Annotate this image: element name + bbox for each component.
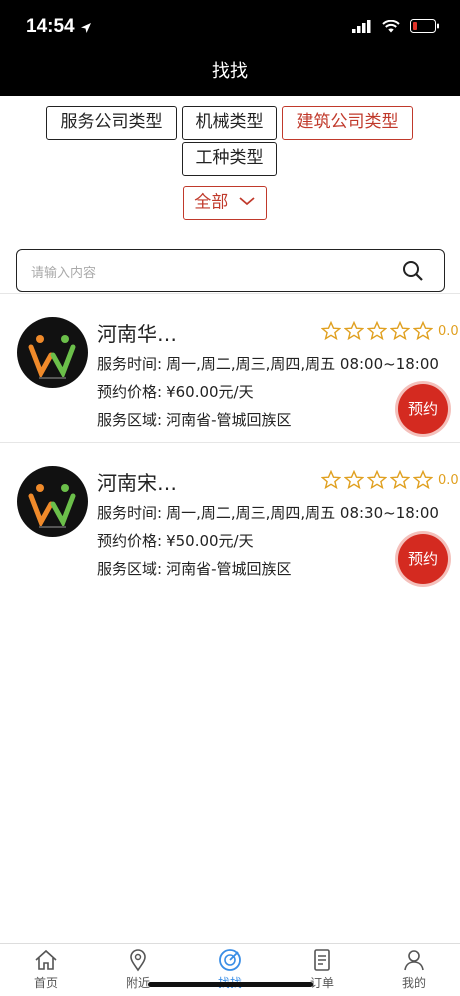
rating-stars: 0.0 [321, 321, 459, 341]
star-icon [390, 321, 410, 341]
radar-icon [219, 949, 241, 971]
book-button[interactable]: 预约 [398, 384, 448, 434]
company-name[interactable]: 河南华… [97, 318, 177, 347]
avatar [17, 466, 88, 537]
company-name[interactable]: 河南宋… [97, 467, 177, 496]
service-area-label: 服务区域: [97, 411, 163, 429]
wifi-icon [382, 18, 400, 37]
status-time: 14:54 [26, 16, 75, 37]
region-dropdown[interactable]: 全部 [183, 186, 267, 220]
filter-chip-work-type[interactable]: 工种类型 [182, 142, 277, 176]
star-icon [344, 321, 364, 341]
search-icon[interactable] [402, 260, 424, 286]
location-arrow-icon [80, 19, 92, 38]
signal-icon [352, 18, 372, 37]
rating-value: 0.0 [438, 323, 459, 339]
service-area-label: 服务区域: [97, 560, 163, 578]
service-hours: 服务时间: 周一,周二,周三,周四,周五 08:00~18:00 [97, 353, 439, 374]
star-icon [367, 470, 387, 490]
user-icon [404, 950, 424, 971]
rating-value: 0.0 [438, 472, 459, 488]
service-area: 服务区域: 河南省-管城回族区 [97, 558, 291, 579]
home-icon [35, 949, 57, 970]
list-item[interactable]: 河南华… 0.0 服务时间: 周一,周二,周三,周四,周五 08:00~18:00… [0, 294, 460, 442]
status-indicators [352, 18, 440, 37]
tab-home-label: 首页 [33, 976, 58, 990]
company-logo-icon [28, 484, 76, 528]
tab-mine[interactable]: 我的 [368, 948, 460, 991]
status-bar: 14:54 [0, 0, 460, 52]
chevron-down-icon [238, 187, 256, 218]
tab-home[interactable]: 首页 [0, 948, 92, 991]
home-indicator [148, 982, 313, 987]
star-icon [321, 321, 341, 341]
service-hours-value: 周一,周二,周三,周四,周五 08:30~18:00 [166, 504, 439, 522]
filter-chip-construction-company[interactable]: 建筑公司类型 [282, 106, 413, 140]
booking-price-label: 预约价格: [97, 383, 163, 401]
company-logo-icon [28, 335, 76, 379]
tab-bar: 首页 附近 找找 订单 我的 [0, 943, 460, 996]
service-area-value: 河南省-管城回族区 [166, 560, 292, 578]
booking-price: 预约价格: ¥50.00元/天 [97, 530, 254, 551]
star-icon [413, 470, 433, 490]
booking-price-value: ¥50.00元/天 [166, 532, 254, 550]
book-button[interactable]: 预约 [398, 534, 448, 584]
rating-stars: 0.0 [321, 470, 459, 490]
star-icon [321, 470, 341, 490]
region-dropdown-value: 全部 [194, 192, 229, 213]
tab-nearby-label: 附近 [125, 976, 150, 990]
star-icon [344, 470, 364, 490]
star-icon [390, 470, 410, 490]
order-document-icon [314, 949, 330, 971]
booking-price-label: 预约价格: [97, 532, 163, 550]
location-pin-icon [130, 949, 146, 972]
battery-icon [410, 18, 440, 37]
booking-price-value: ¥60.00元/天 [166, 383, 254, 401]
service-hours-label: 服务时间: [97, 355, 163, 373]
star-icon [367, 321, 387, 341]
search-input[interactable]: 请输入内容 [16, 249, 445, 292]
filter-chip-service-company[interactable]: 服务公司类型 [46, 106, 177, 140]
avatar [17, 317, 88, 388]
service-hours: 服务时间: 周一,周二,周三,周四,周五 08:30~18:00 [97, 502, 439, 523]
page-title: 找找 [0, 52, 460, 96]
list-item[interactable]: 河南宋… 0.0 服务时间: 周一,周二,周三,周四,周五 08:30~18:00… [0, 443, 460, 591]
tab-mine-label: 我的 [401, 976, 426, 990]
service-hours-label: 服务时间: [97, 504, 163, 522]
star-icon [413, 321, 433, 341]
service-area: 服务区域: 河南省-管城回族区 [97, 409, 291, 430]
booking-price: 预约价格: ¥60.00元/天 [97, 381, 254, 402]
filter-chip-machinery[interactable]: 机械类型 [182, 106, 277, 140]
tab-orders-label: 订单 [309, 976, 334, 990]
search-placeholder: 请输入内容 [31, 266, 97, 281]
service-area-value: 河南省-管城回族区 [166, 411, 292, 429]
service-hours-value: 周一,周二,周三,周四,周五 08:00~18:00 [166, 355, 439, 373]
